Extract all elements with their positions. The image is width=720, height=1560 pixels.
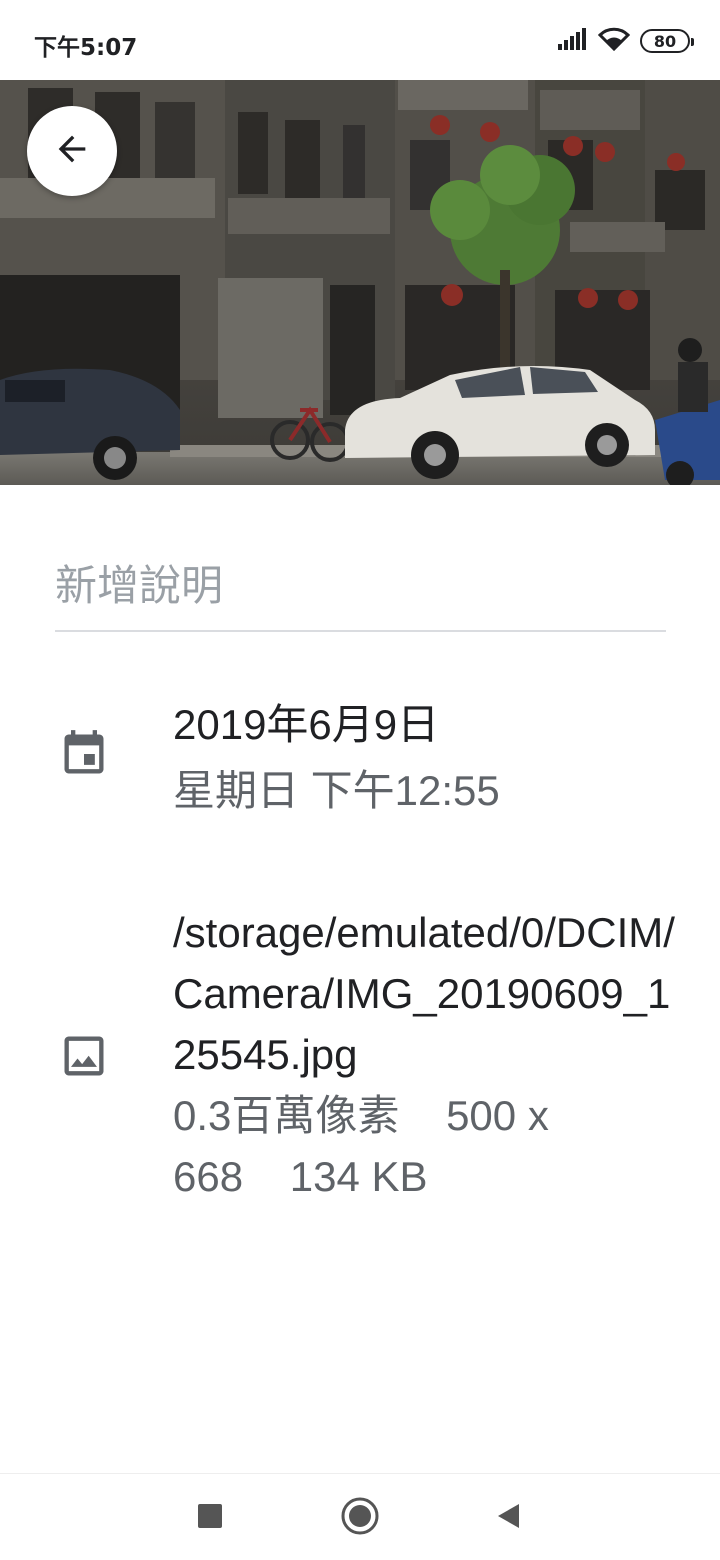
file-meta: 0.3百萬像素 500 x 668 134 KB [173,1085,693,1207]
status-time: 下午5:07 [34,35,138,61]
date-detail: 2019年6月9日 星期日 下午12:55 [0,690,720,830]
date-value: 2019年6月9日 [173,701,440,748]
file-text: /storage/emulated/0/DCIM/Camera/IMG_2019… [173,902,693,1207]
battery-icon: 80 [640,29,694,53]
dimensions-value: 500 x [446,1092,549,1139]
status-icons: 80 [558,26,694,56]
time-value: 星期日 下午12:55 [173,767,500,814]
nav-back-button[interactable] [486,1496,530,1540]
back-button[interactable] [27,106,117,196]
file-detail: /storage/emulated/0/DCIM/Camera/IMG_2019… [0,902,720,1222]
recents-icon [197,1503,223,1533]
megapixels-value: 0.3百萬像素 [173,1092,400,1139]
home-icon [340,1496,380,1540]
arrow-back-icon [52,129,92,173]
home-button[interactable] [338,1496,382,1540]
dimensions-value-2: 668 [173,1153,244,1200]
caption-input[interactable] [55,540,666,632]
file-path: /storage/emulated/0/DCIM/Camera/IMG_2019… [173,909,675,1078]
recents-button[interactable] [188,1496,232,1540]
file-size-value: 134 KB [289,1153,428,1200]
image-icon [58,1029,110,1081]
calendar-icon [58,724,110,776]
wifi-icon [597,27,631,55]
signal-icon [558,28,588,54]
navigation-bar [0,1473,720,1560]
date-text: 2019年6月9日 星期日 下午12:55 [173,694,693,822]
status-bar: 下午5:07 80 [0,0,720,80]
back-icon [495,1502,521,1534]
